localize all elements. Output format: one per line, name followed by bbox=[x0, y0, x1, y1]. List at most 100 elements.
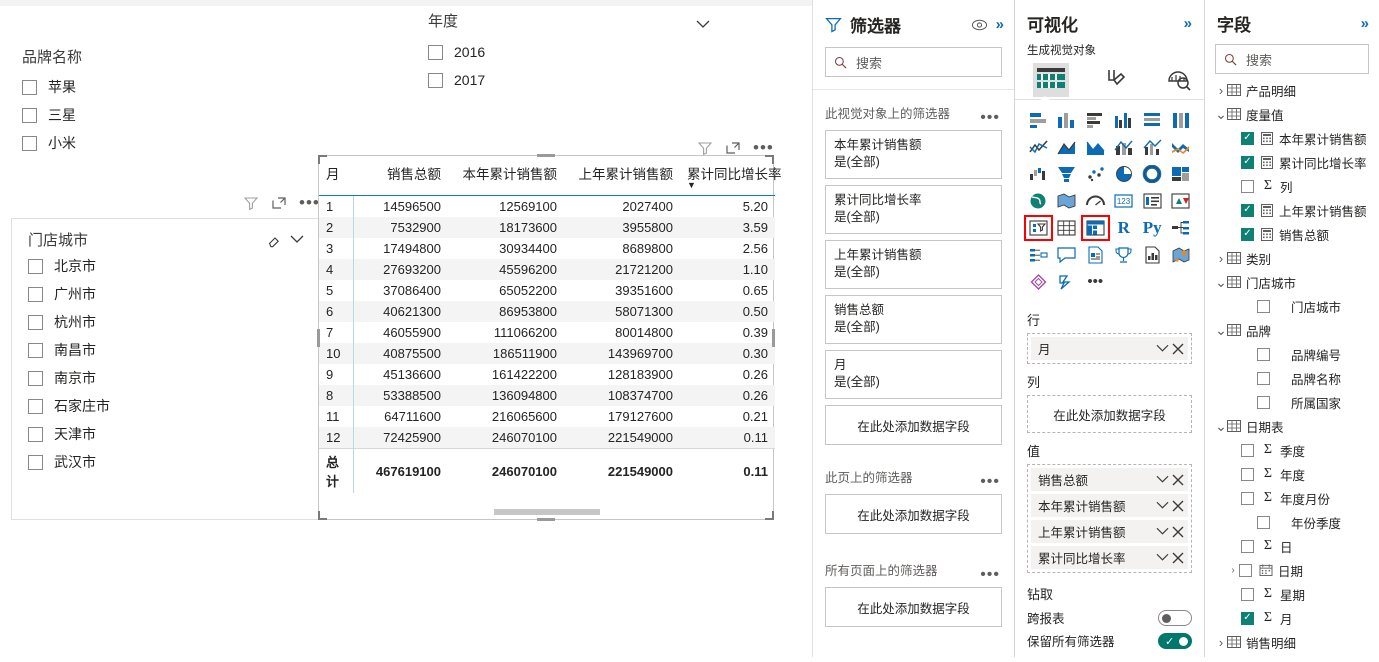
viz-map-icon[interactable] bbox=[1025, 189, 1052, 213]
slicer-brand-item[interactable]: 苹果 bbox=[22, 73, 252, 101]
viz-treemap-icon[interactable] bbox=[1168, 162, 1195, 186]
field-checkbox[interactable] bbox=[1241, 611, 1254, 625]
fields-field-node[interactable]: 累计同比增长率 bbox=[1205, 150, 1379, 174]
drill-cross-report-row[interactable]: 跨报表 bbox=[1015, 606, 1204, 629]
fields-field-node[interactable]: › 日期 bbox=[1205, 558, 1379, 582]
viz-100-stacked-bar-chart-icon[interactable] bbox=[1139, 108, 1166, 132]
slicer-city-item[interactable]: 武汉市 bbox=[28, 448, 304, 476]
more-options-icon[interactable]: ••• bbox=[299, 194, 320, 211]
viz-table-icon[interactable] bbox=[1054, 216, 1081, 240]
resize-handle-tl[interactable] bbox=[318, 155, 327, 164]
slicer-brand-item[interactable]: 三星 bbox=[22, 101, 252, 129]
slicer-city-item[interactable]: 南京市 bbox=[28, 364, 304, 392]
well-values[interactable]: 销售总额 本年累计销售额 上年累计销售额 累计同比增长率 bbox=[1027, 464, 1192, 573]
expand-pane-icon[interactable]: » bbox=[1361, 15, 1369, 32]
table-row[interactable]: 12 72425900 246070100 221549000 0.11 bbox=[319, 427, 775, 449]
slicer-year-item[interactable]: 2017 bbox=[428, 66, 718, 94]
field-checkbox[interactable] bbox=[1241, 467, 1254, 481]
expand-pane-icon[interactable]: » bbox=[996, 16, 1004, 33]
viz-ribbon-chart-icon[interactable] bbox=[1168, 135, 1195, 159]
expand-pane-icon[interactable]: » bbox=[1184, 15, 1192, 32]
checkbox-icon[interactable] bbox=[28, 314, 43, 330]
slicer-brand-item[interactable]: 小米 bbox=[22, 129, 252, 157]
slicer-city-item[interactable]: 南昌市 bbox=[28, 336, 304, 364]
viz-line-stacked-column-chart-icon[interactable] bbox=[1111, 135, 1138, 159]
filter-card[interactable]: 月 是(全部) bbox=[825, 350, 1002, 399]
fields-field-node[interactable]: 品牌编号 bbox=[1205, 342, 1379, 366]
viz-power-automate-icon[interactable] bbox=[1054, 270, 1081, 294]
chevron-down-icon[interactable]: ⌄ bbox=[1215, 419, 1227, 433]
resize-handle-tr[interactable] bbox=[765, 155, 774, 164]
viz-donut-chart-icon[interactable] bbox=[1139, 162, 1166, 186]
fields-table-node[interactable]: ⌄ 门店城市 bbox=[1205, 270, 1379, 294]
slicer-brand[interactable]: 品牌名称 苹果 三星 小米 bbox=[22, 46, 252, 157]
chevron-right-icon[interactable]: › bbox=[1215, 251, 1227, 266]
checkbox-icon[interactable] bbox=[28, 426, 43, 442]
filter-card[interactable]: 本年累计销售额 是(全部) bbox=[825, 130, 1002, 179]
chevron-down-icon[interactable] bbox=[1156, 553, 1169, 562]
filter-dropzone[interactable]: 在此处添加数据字段 bbox=[825, 587, 1002, 627]
hide-filters-icon[interactable] bbox=[971, 18, 988, 32]
viz-clustered-bar-chart-icon[interactable] bbox=[1082, 108, 1109, 132]
checkbox-icon[interactable] bbox=[28, 398, 43, 414]
viz-r-script-icon[interactable]: R bbox=[1111, 216, 1138, 240]
viz-line-clustered-column-chart-icon[interactable] bbox=[1139, 135, 1166, 159]
fields-field-node[interactable]: 品牌名称 bbox=[1205, 366, 1379, 390]
viz-multi-row-card-icon[interactable] bbox=[1139, 189, 1166, 213]
fields-field-node[interactable]: Σ 年度月份 bbox=[1205, 486, 1379, 510]
viz-matrix-icon[interactable] bbox=[1081, 215, 1110, 241]
resize-handle-bl[interactable] bbox=[318, 511, 327, 520]
checkbox-icon[interactable] bbox=[28, 370, 43, 386]
remove-field-icon[interactable] bbox=[1172, 500, 1184, 512]
fields-field-node[interactable]: 门店城市 bbox=[1205, 294, 1379, 318]
fields-field-node[interactable]: Σ 年度 bbox=[1205, 462, 1379, 486]
fields-table-node[interactable]: ⌄ 日期表 bbox=[1205, 414, 1379, 438]
field-checkbox[interactable] bbox=[1241, 539, 1254, 553]
fields-table-node[interactable]: › 产品明细 bbox=[1205, 78, 1379, 102]
viz-gauge-icon[interactable] bbox=[1082, 189, 1109, 213]
fields-search-input[interactable]: 搜索 bbox=[1215, 44, 1369, 74]
viz-kpi-icon[interactable] bbox=[1168, 189, 1195, 213]
slicer-city-item[interactable]: 天津市 bbox=[28, 420, 304, 448]
field-checkbox[interactable] bbox=[1241, 587, 1254, 601]
fields-field-node[interactable]: Σ列 bbox=[1205, 174, 1379, 198]
viz-stacked-column-chart-icon[interactable] bbox=[1054, 108, 1081, 132]
field-checkbox[interactable] bbox=[1241, 491, 1254, 505]
slicer-year[interactable]: 年度 2016 2017 bbox=[428, 10, 718, 94]
viz-waterfall-chart-icon[interactable] bbox=[1025, 162, 1052, 186]
table-row[interactable]: 2 7532900 18173600 3955800 3.59 bbox=[319, 217, 775, 238]
checkbox-icon[interactable] bbox=[28, 342, 43, 358]
viz-metrics-icon[interactable] bbox=[1139, 243, 1166, 267]
table-row[interactable]: 11 64711600 216065600 179127600 0.21 bbox=[319, 406, 775, 427]
checkbox-icon[interactable] bbox=[428, 72, 443, 88]
viz-smart-narrative-icon[interactable] bbox=[1111, 243, 1138, 267]
viz-scatter-chart-icon[interactable] bbox=[1082, 162, 1109, 186]
table-row[interactable]: 6 40621300 86953800 58071300 0.50 bbox=[319, 301, 775, 322]
well-dropzone[interactable]: 在此处添加数据字段 bbox=[1031, 399, 1188, 429]
fields-field-node[interactable]: Σ 季度 bbox=[1205, 438, 1379, 462]
fields-table-node[interactable]: ⌄ 品牌 bbox=[1205, 318, 1379, 342]
viz-line-chart-icon[interactable] bbox=[1025, 135, 1052, 159]
well-chip[interactable]: 销售总额 bbox=[1031, 468, 1188, 491]
table-row[interactable]: 3 17494800 30934400 8689800 2.56 bbox=[319, 238, 775, 259]
viz-python-script-icon[interactable]: Py bbox=[1139, 216, 1166, 240]
filter-icon[interactable] bbox=[697, 140, 713, 156]
chevron-down-icon[interactable] bbox=[290, 235, 304, 244]
fields-table-node[interactable]: › 销售明细 bbox=[1205, 630, 1379, 654]
checkbox-icon[interactable] bbox=[22, 135, 37, 151]
more-options-icon[interactable]: ••• bbox=[753, 139, 774, 156]
remove-field-icon[interactable] bbox=[1172, 552, 1184, 564]
slicer-city-item[interactable]: 杭州市 bbox=[28, 308, 304, 336]
visual-type-gallery[interactable]: 123 R Py ••• bbox=[1015, 100, 1204, 296]
filter-search-input[interactable]: 搜索 bbox=[825, 47, 1002, 77]
fields-tree[interactable]: ›产品明细⌄度量值本年累计销售额累计同比增长率Σ列上年累计销售额销售总额›类别⌄… bbox=[1205, 74, 1379, 654]
more-options-icon[interactable]: ••• bbox=[980, 110, 1000, 126]
viz-qna-icon[interactable] bbox=[1054, 243, 1081, 267]
well-chip[interactable]: 月 bbox=[1031, 337, 1188, 360]
column-header[interactable]: 本年累计销售额 bbox=[448, 158, 564, 196]
slicer-city-item[interactable]: 广州市 bbox=[28, 280, 304, 308]
column-header-sorted[interactable]: 累计同比增长率 ▼ bbox=[680, 158, 782, 196]
chevron-right-icon[interactable]: › bbox=[1215, 635, 1227, 650]
cross-report-toggle[interactable] bbox=[1158, 609, 1192, 626]
checkbox-icon[interactable] bbox=[428, 44, 443, 60]
